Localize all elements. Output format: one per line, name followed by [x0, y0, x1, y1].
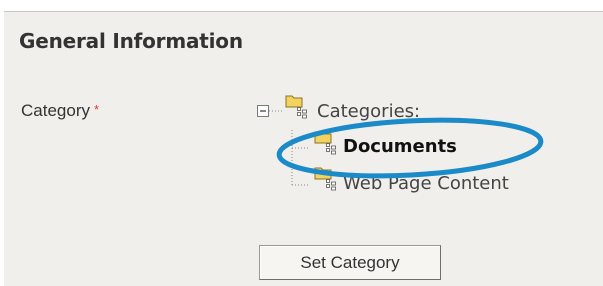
web-page-content-folder-icon [314, 167, 336, 191]
page: General Information Category * Categorie… [0, 0, 603, 286]
set-category-button[interactable]: Set Category [259, 245, 441, 280]
root-folder-icon [285, 95, 307, 119]
tree-item-documents[interactable]: Documents [343, 136, 457, 157]
documents-folder-icon [314, 131, 336, 155]
tree-root-label[interactable]: Categories: [317, 101, 420, 122]
tree-connector-lines [269, 110, 310, 186]
category-tree-graphics [257, 95, 336, 191]
tree-item-web-page-content[interactable]: Web Page Content [343, 173, 509, 194]
tree-collapse-toggle-icon[interactable] [257, 105, 269, 117]
